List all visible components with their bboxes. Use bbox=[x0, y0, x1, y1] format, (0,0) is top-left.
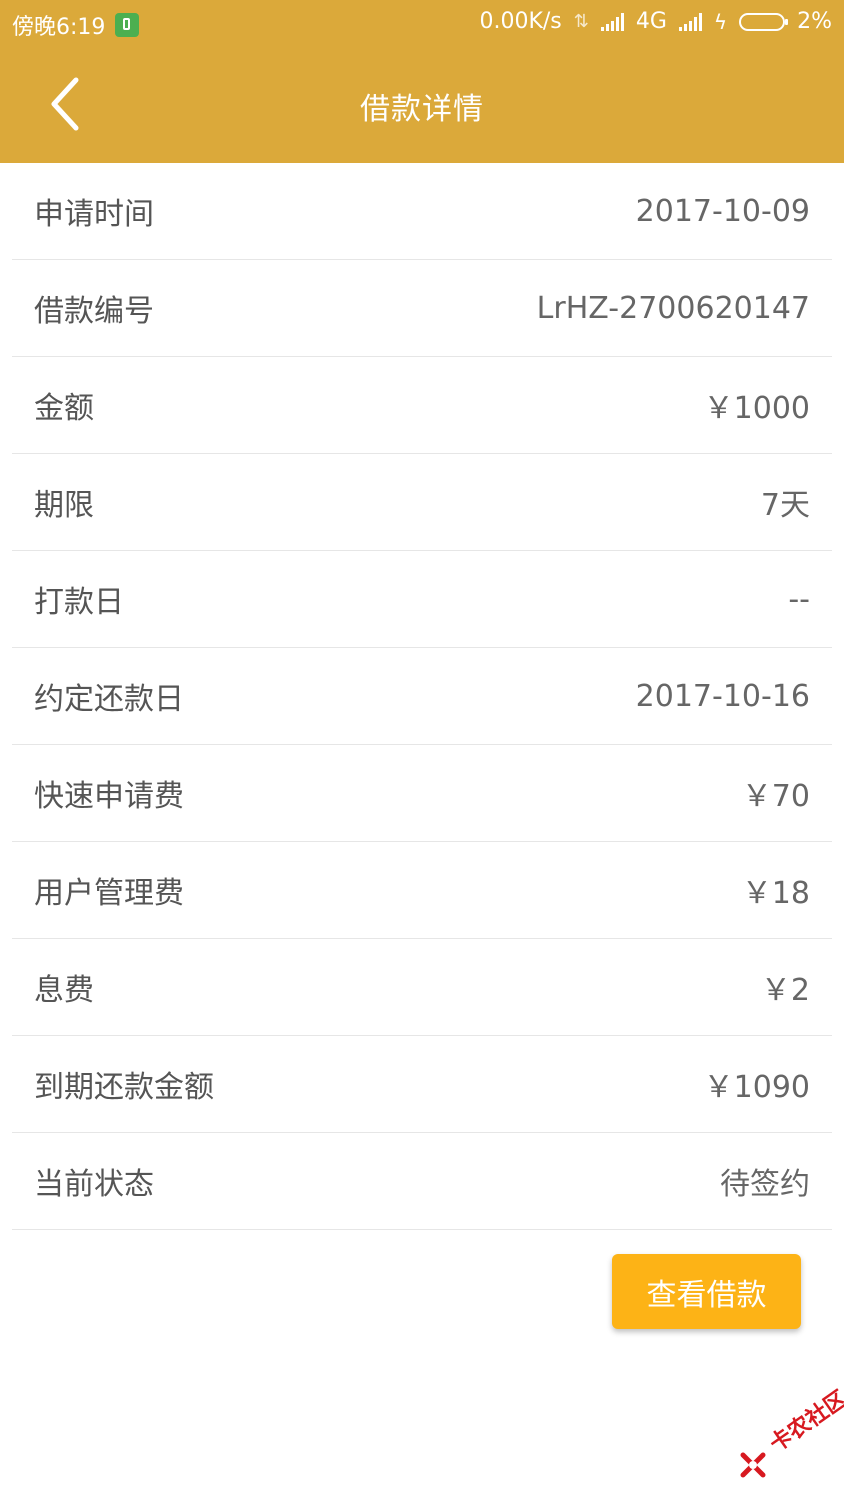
signal-icon bbox=[678, 12, 702, 31]
detail-row-management-fee: 用户管理费 ￥18 bbox=[12, 842, 832, 939]
detail-row-repayment-amount: 到期还款金额 ￥1090 bbox=[12, 1036, 832, 1133]
row-label: 打款日 bbox=[34, 585, 124, 620]
detail-row-status: 当前状态 待签约 bbox=[12, 1133, 832, 1230]
detail-row-disbursement-date: 打款日 -- bbox=[12, 551, 832, 648]
battery-level: 2% bbox=[797, 9, 832, 34]
community-logo-icon bbox=[740, 1452, 766, 1478]
status-bar-left: 傍晚6:19 bbox=[12, 9, 140, 41]
row-label: 申请时间 bbox=[34, 197, 154, 232]
battery-icon bbox=[739, 12, 789, 31]
detail-row-quick-apply-fee: 快速申请费 ￥70 bbox=[12, 745, 832, 842]
app-notification-icon bbox=[115, 13, 140, 37]
detail-row-interest-fee: 息费 ￥2 bbox=[12, 939, 832, 1036]
data-arrows-icon: ⇅ bbox=[573, 11, 589, 32]
row-label: 到期还款金额 bbox=[34, 1070, 214, 1105]
detail-row-due-date: 约定还款日 2017-10-16 bbox=[12, 648, 832, 745]
detail-row-loan-number: 借款编号 LrHZ-2700620147 bbox=[12, 260, 832, 357]
community-watermark: 卡农社区 bbox=[736, 1386, 844, 1488]
row-label: 借款编号 bbox=[34, 294, 154, 329]
detail-row-amount: 金额 ￥1000 bbox=[12, 357, 832, 454]
network-type: 4G bbox=[635, 9, 667, 34]
watermark-text: 卡农社区 bbox=[765, 1386, 844, 1458]
row-value: -- bbox=[788, 581, 810, 617]
row-value: ￥1000 bbox=[703, 391, 810, 426]
charging-icon: ϟ bbox=[713, 9, 728, 34]
signal-icon bbox=[600, 12, 624, 31]
row-value: ￥1090 bbox=[703, 1070, 810, 1105]
row-label: 金额 bbox=[34, 391, 94, 426]
row-value: LrHZ-2700620147 bbox=[536, 290, 810, 326]
row-value: ￥18 bbox=[741, 876, 810, 911]
detail-row-apply-time: 申请时间 2017-10-09 bbox=[12, 163, 832, 260]
row-label: 期限 bbox=[34, 488, 94, 523]
network-speed: 0.00K/s bbox=[479, 9, 562, 34]
row-label: 息费 bbox=[34, 973, 94, 1008]
row-label: 约定还款日 bbox=[34, 682, 184, 717]
status-bar-right: 0.00K/s ⇅ 4G ϟ 2% bbox=[479, 9, 832, 34]
navigation-bar: 借款详情 bbox=[0, 46, 844, 163]
status-bar: 傍晚6:19 0.00K/s ⇅ 4G ϟ 2% bbox=[0, 0, 844, 46]
row-value: 待签约 bbox=[720, 1167, 810, 1202]
loan-detail-list: 申请时间 2017-10-09 借款编号 LrHZ-2700620147 金额 … bbox=[12, 163, 832, 1230]
row-value: ￥2 bbox=[760, 973, 810, 1008]
detail-row-term: 期限 7天 bbox=[12, 454, 832, 551]
row-value: 7天 bbox=[760, 488, 810, 523]
page-title: 借款详情 bbox=[360, 92, 484, 127]
status-time: 傍晚6:19 bbox=[12, 15, 106, 40]
row-value: 2017-10-09 bbox=[635, 193, 810, 229]
view-loan-button[interactable]: 查看借款 bbox=[612, 1254, 801, 1329]
row-label: 当前状态 bbox=[34, 1167, 154, 1202]
row-label: 用户管理费 bbox=[34, 876, 184, 911]
row-label: 快速申请费 bbox=[34, 779, 184, 814]
row-value: 2017-10-16 bbox=[635, 678, 810, 714]
row-value: ￥70 bbox=[741, 779, 810, 814]
